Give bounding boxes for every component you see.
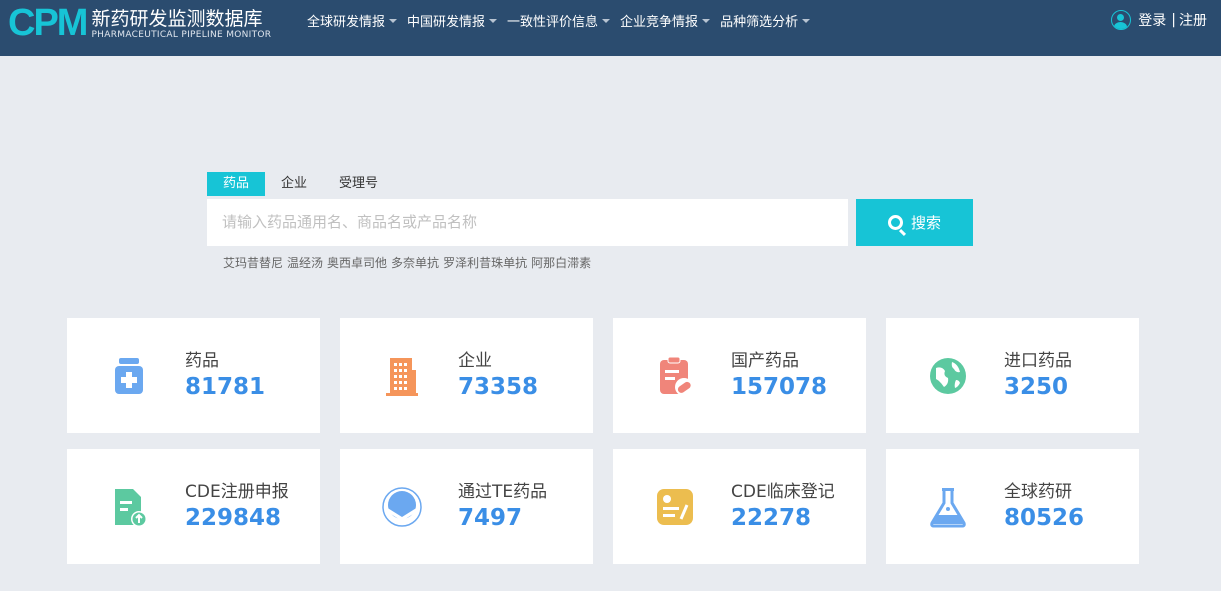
- stat-label: 药品: [185, 351, 219, 371]
- search-button[interactable]: 搜索: [856, 199, 973, 246]
- caret-down-icon: [802, 18, 811, 23]
- stat-card[interactable]: 企业 73358: [340, 318, 593, 433]
- globe-icon: [930, 358, 966, 394]
- stat-value: 22278: [731, 505, 812, 531]
- hot-keyword[interactable]: 艾玛昔替尼: [223, 254, 283, 271]
- menu-global-rd[interactable]: 全球研发情报: [307, 11, 398, 30]
- tab-drug[interactable]: 药品: [207, 172, 266, 196]
- menu-consistency[interactable]: 一致性评价信息: [507, 11, 611, 30]
- stat-card[interactable]: CDE注册申报 229848: [67, 449, 320, 564]
- hot-keyword[interactable]: 奥西卓司他: [327, 254, 387, 271]
- flask-icon: [930, 488, 966, 528]
- user-area: 登录 | 注册: [1111, 10, 1207, 30]
- login-link[interactable]: 登录: [1138, 10, 1166, 30]
- caret-down-icon: [702, 18, 711, 23]
- building-icon: [386, 358, 418, 396]
- caret-down-icon: [602, 18, 611, 23]
- stat-label: CDE临床登记: [731, 482, 835, 502]
- clipboard-pill-icon: [660, 356, 693, 396]
- stat-value: 80526: [1004, 505, 1085, 531]
- consistency-badge-icon: [382, 487, 422, 527]
- stat-card[interactable]: 全球药研 80526: [886, 449, 1139, 564]
- tab-acceptance-no[interactable]: 受理号: [323, 172, 394, 196]
- stat-card[interactable]: 通过TE药品 7497: [340, 449, 593, 564]
- stat-value: 229848: [185, 505, 282, 531]
- user-icon: [1111, 10, 1132, 30]
- hot-keyword[interactable]: 温经汤: [287, 254, 323, 271]
- hot-keyword[interactable]: 多奈单抗: [391, 254, 439, 271]
- menu-china-rd[interactable]: 中国研发情报: [407, 11, 498, 30]
- stat-card[interactable]: CDE临床登记 22278: [613, 449, 866, 564]
- search-tabs: 药品 企业 受理号: [207, 172, 394, 196]
- hot-keyword[interactable]: 阿那白滞素: [531, 254, 591, 271]
- search-icon: [887, 215, 903, 230]
- stat-card[interactable]: 进口药品 3250: [886, 318, 1139, 433]
- top-nav: CPM 新药研发监测数据库 PHARMACEUTICAL PIPELINE MON…: [0, 0, 1221, 56]
- stat-value: 73358: [458, 374, 539, 400]
- stat-label: 企业: [458, 351, 492, 371]
- stat-label: 通过TE药品: [458, 482, 548, 502]
- stat-label: CDE注册申报: [185, 482, 289, 502]
- hot-keywords: 艾玛昔替尼 温经汤 奥西卓司他 多奈单抗 罗泽利昔珠单抗 阿那白滞素: [223, 254, 595, 271]
- stat-value: 81781: [185, 374, 266, 400]
- stat-label: 进口药品: [1004, 351, 1072, 371]
- stat-value: 157078: [731, 374, 828, 400]
- stat-label: 全球药研: [1004, 482, 1072, 502]
- menu-screening[interactable]: 品种筛选分析: [720, 11, 811, 30]
- stat-label: 国产药品: [731, 351, 799, 371]
- menu-competition[interactable]: 企业竞争情报: [620, 11, 711, 30]
- hot-keyword[interactable]: 罗泽利昔珠单抗: [443, 254, 527, 271]
- medicine-bottle-icon: [115, 358, 143, 394]
- tab-company[interactable]: 企业: [265, 172, 323, 196]
- caret-down-icon: [389, 18, 398, 23]
- stat-value: 3250: [1004, 374, 1069, 400]
- caret-down-icon: [489, 18, 498, 23]
- stat-card[interactable]: 国产药品 157078: [613, 318, 866, 433]
- register-link[interactable]: 注册: [1179, 10, 1207, 30]
- stat-card[interactable]: 药品 81781: [67, 318, 320, 433]
- main-menu: 全球研发情报 中国研发情报 一致性评价信息 企业竞争情报 品种筛选分析: [307, 11, 820, 30]
- register-note-icon: [657, 489, 693, 525]
- search-input[interactable]: [207, 199, 848, 246]
- logo[interactable]: CPM 新药研发监测数据库 PHARMACEUTICAL PIPELINE MON…: [8, 2, 271, 45]
- stat-value: 7497: [458, 505, 523, 531]
- document-upload-icon: [115, 489, 147, 527]
